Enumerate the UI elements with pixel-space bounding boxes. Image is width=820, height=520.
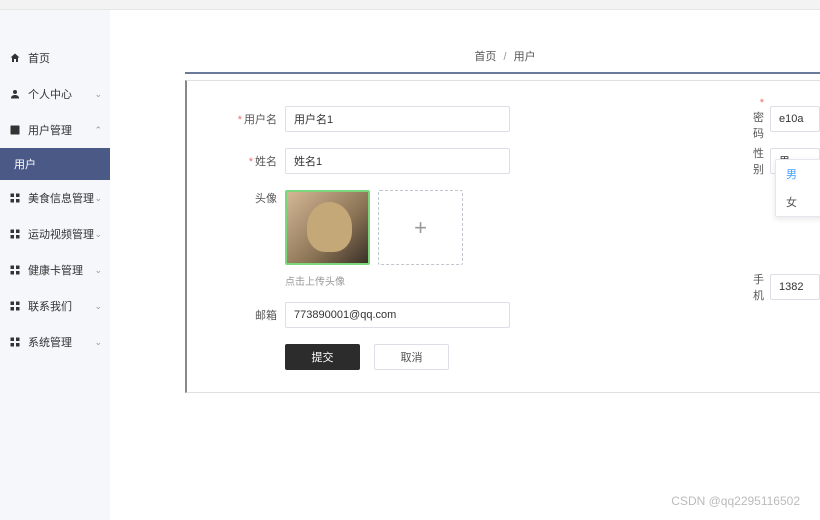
label-password: * 密码 [747, 97, 764, 141]
sidebar-sub-user[interactable]: 用户 [0, 148, 110, 180]
sidebar-item-label: 美食信息管理 [28, 190, 94, 206]
breadcrumb-separator: / [503, 51, 506, 63]
chevron-down-icon: ⌄ [94, 229, 102, 240]
input-email[interactable] [285, 302, 510, 328]
upload-hint: 点击上传头像 [285, 273, 820, 288]
grid-icon [8, 263, 22, 277]
home-icon [8, 51, 22, 65]
sidebar-item-label: 健康卡管理 [28, 262, 94, 278]
topbar [0, 0, 820, 10]
input-username[interactable] [285, 106, 510, 132]
grid-icon [8, 299, 22, 313]
breadcrumb-home[interactable]: 首页 [474, 51, 496, 63]
sidebar-item-home[interactable]: 首页 [0, 40, 110, 76]
sidebar-item-profile[interactable]: 个人中心 ⌄ [0, 76, 110, 112]
grid-icon [8, 227, 22, 241]
chevron-down-icon: ⌄ [94, 301, 102, 312]
input-phone[interactable] [770, 274, 820, 300]
label-gender: 性别 [747, 145, 764, 177]
row-username: *用户名 [222, 106, 820, 132]
sidebar-sub-label: 用户 [14, 159, 36, 171]
sidebar-item-health[interactable]: 健康卡管理 ⌄ [0, 252, 110, 288]
dropdown-option-male[interactable]: 男 [776, 160, 820, 188]
label-name: *姓名 [222, 153, 277, 169]
row-phone: 手机 [747, 271, 820, 303]
breadcrumb-current: 用户 [514, 51, 536, 63]
sidebar-item-food[interactable]: 美食信息管理 ⌄ [0, 180, 110, 216]
input-password[interactable] [770, 106, 820, 132]
sidebar-item-label: 联系我们 [28, 298, 94, 314]
sidebar-item-system[interactable]: 系统管理 ⌄ [0, 324, 110, 360]
sidebar-item-label: 系统管理 [28, 334, 94, 350]
sidebar-item-label: 个人中心 [28, 86, 94, 102]
watermark: CSDN @qq2295116502 [671, 494, 800, 508]
submit-button[interactable]: 提交 [285, 344, 360, 370]
cancel-button[interactable]: 取消 [374, 344, 449, 370]
sidebar-item-label: 首页 [28, 50, 102, 66]
user-icon [8, 87, 22, 101]
label-phone: 手机 [747, 271, 764, 303]
label-username: *用户名 [222, 111, 277, 127]
chevron-down-icon: ⌄ [94, 89, 102, 100]
upload-area: + [285, 190, 463, 265]
label-avatar: 头像 [222, 190, 277, 206]
plus-icon: + [414, 215, 427, 241]
row-avatar: 头像 + [222, 190, 820, 265]
chevron-down-icon: ⌄ [94, 265, 102, 276]
breadcrumb: 首页 / 用户 [185, 40, 820, 74]
grid-icon [8, 123, 22, 137]
row-password: * 密码 [747, 106, 820, 132]
label-email: 邮箱 [222, 307, 277, 323]
sidebar: 首页 个人中心 ⌄ 用户管理 ⌃ 用户 美食信息管理 ⌄ [0, 10, 110, 520]
grid-icon [8, 191, 22, 205]
main-content: 首页 / 用户 *用户名 *姓名 头像 + [110, 10, 820, 520]
sidebar-item-video[interactable]: 运动视频管理 ⌄ [0, 216, 110, 252]
avatar-thumbnail[interactable] [285, 190, 370, 265]
sidebar-item-contact[interactable]: 联系我们 ⌄ [0, 288, 110, 324]
chevron-down-icon: ⌄ [94, 337, 102, 348]
chevron-down-icon: ⌄ [94, 193, 102, 204]
sidebar-item-user-mgmt[interactable]: 用户管理 ⌃ [0, 112, 110, 148]
gender-dropdown: 男 女 [775, 159, 820, 217]
row-name: *姓名 [222, 148, 820, 174]
dropdown-option-female[interactable]: 女 [776, 188, 820, 216]
form-area: *用户名 *姓名 头像 + 点击上传头像 邮箱 [187, 81, 820, 370]
chevron-up-icon: ⌃ [94, 125, 102, 136]
input-name[interactable] [285, 148, 510, 174]
form-panel: *用户名 *姓名 头像 + 点击上传头像 邮箱 [185, 80, 820, 393]
sidebar-item-label: 运动视频管理 [28, 226, 94, 242]
grid-icon [8, 335, 22, 349]
upload-add-button[interactable]: + [378, 190, 463, 265]
sidebar-item-label: 用户管理 [28, 122, 94, 138]
button-row: 提交 取消 [285, 344, 820, 370]
row-email: 邮箱 [222, 302, 820, 328]
main-container: 首页 个人中心 ⌄ 用户管理 ⌃ 用户 美食信息管理 ⌄ [0, 10, 820, 520]
